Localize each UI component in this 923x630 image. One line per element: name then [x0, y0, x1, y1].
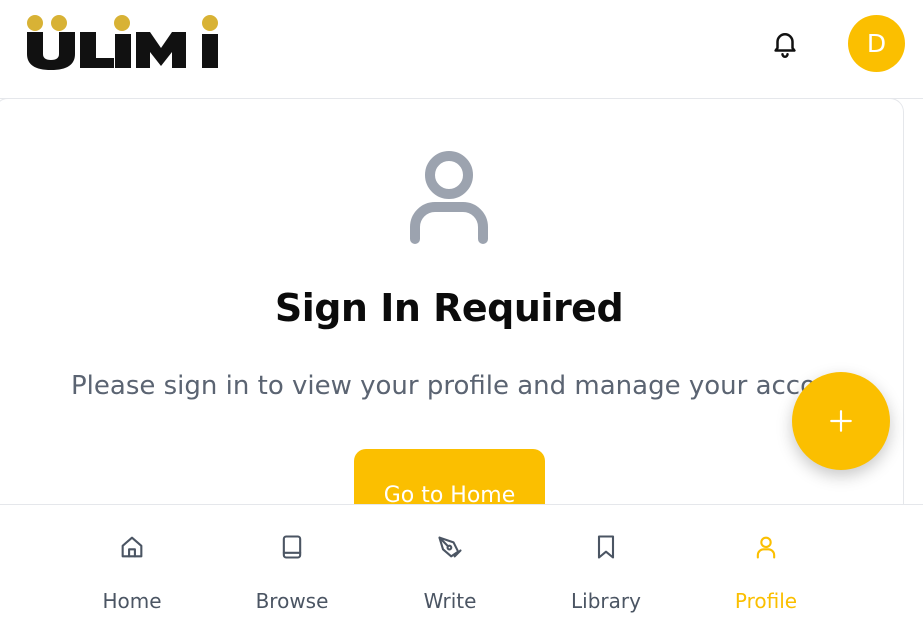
nav-label-browse: Browse	[255, 589, 329, 613]
nav-label-write: Write	[423, 589, 477, 613]
user-icon	[756, 536, 776, 559]
create-fab-button[interactable]	[792, 372, 890, 470]
book-icon	[282, 535, 302, 559]
notification-bell-icon[interactable]	[770, 28, 800, 58]
nav-item-profile[interactable]: Profile	[706, 505, 826, 630]
user-avatar[interactable]: D	[848, 15, 905, 72]
nav-label-profile: Profile	[734, 589, 798, 613]
bookmark-icon	[597, 535, 615, 559]
nav-item-library[interactable]: Library	[546, 505, 666, 630]
nav-item-browse[interactable]: Browse	[232, 505, 352, 630]
page-title: Sign In Required	[274, 286, 624, 330]
plus-icon	[830, 410, 852, 432]
nav-item-home[interactable]: Home	[72, 505, 192, 630]
nav-label-library: Library	[571, 589, 641, 613]
ulimi-logo[interactable]	[26, 14, 222, 70]
bottom-navigation: Home Browse Write Library Profile	[0, 504, 923, 630]
top-header: D	[0, 0, 923, 99]
home-icon	[121, 536, 143, 558]
nav-label-home: Home	[102, 589, 162, 613]
user-placeholder-icon	[410, 151, 488, 244]
pen-icon	[438, 536, 462, 558]
page-subtitle: Please sign in to view your profile and …	[71, 371, 860, 401]
nav-item-write[interactable]: Write	[390, 505, 510, 630]
